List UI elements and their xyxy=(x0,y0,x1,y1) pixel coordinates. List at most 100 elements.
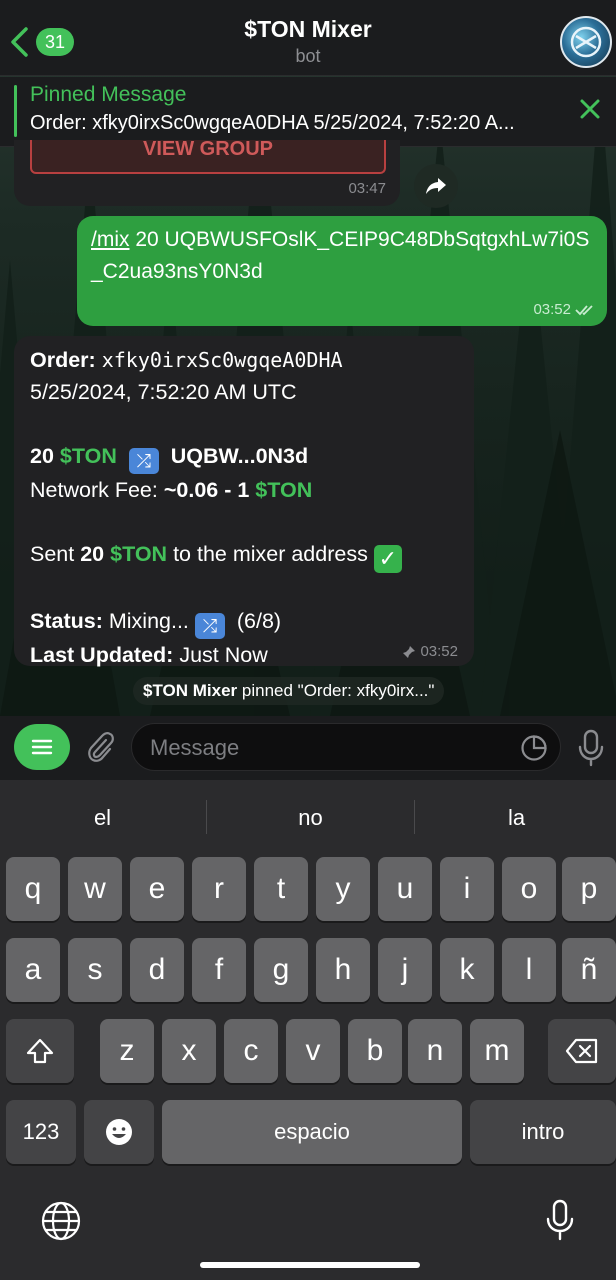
key-h[interactable]: h xyxy=(316,938,370,1002)
bot-avatar[interactable] xyxy=(560,16,612,68)
microphone-icon[interactable] xyxy=(576,728,606,768)
share-arrow-icon xyxy=(426,178,446,194)
space-key[interactable]: espacio xyxy=(162,1100,462,1164)
shift-key[interactable] xyxy=(6,1019,74,1083)
pinned-message-bar[interactable]: Pinned Message Order: xfky0irxSc0wgqeA0D… xyxy=(0,77,616,147)
order-id[interactable]: xfky0irxSc0wgqeA0DHA xyxy=(102,348,343,372)
view-group-label: VIEW GROUP xyxy=(142,140,273,160)
pinned-title: Pinned Message xyxy=(30,83,187,106)
status-label: Status: xyxy=(30,609,103,633)
shift-arrow-icon xyxy=(26,1038,54,1064)
paperclip-icon[interactable] xyxy=(84,730,116,764)
bot-order-message: Order: xfky0irxSc0wgqeA0DHA 5/25/2024, 7… xyxy=(14,336,474,667)
mix-command-link[interactable]: /mix xyxy=(91,228,130,251)
outgoing-message-text: /mix 20 UQBWUSFOslK_CEIP9C48DbSqtgxhLw7i… xyxy=(91,224,596,288)
chat-subtitle: bot xyxy=(295,46,321,66)
key-f[interactable]: f xyxy=(192,938,246,1002)
sticker-icon[interactable] xyxy=(520,734,548,762)
chat-title[interactable]: $TON Mixer xyxy=(0,16,616,43)
sent-prefix: Sent xyxy=(30,542,75,566)
key-p[interactable]: p xyxy=(562,857,616,921)
message-input[interactable] xyxy=(150,732,510,764)
on-screen-keyboard: el no la q w e r t y u i o p a s d f g h… xyxy=(0,780,616,1280)
fee-label: Network Fee: xyxy=(30,478,158,502)
home-indicator[interactable] xyxy=(200,1262,420,1268)
avatar-emblem-icon xyxy=(570,26,602,58)
shuffle-icon: ⤮ xyxy=(194,613,225,639)
status-progress: (6/8) xyxy=(236,609,282,633)
key-w[interactable]: w xyxy=(68,857,122,921)
globe-icon[interactable] xyxy=(40,1200,82,1242)
key-o[interactable]: o xyxy=(502,857,556,921)
pin-icon xyxy=(403,645,416,658)
order-label: Order: xyxy=(30,348,96,372)
amount-line: 20 $TON ⤮ UQBW...0N3d xyxy=(30,440,402,474)
divider xyxy=(206,800,207,834)
bot-time-row: 03:52 xyxy=(402,643,458,660)
message-field[interactable] xyxy=(131,723,561,771)
order-date: 5/25/2024, 7:52:20 AM UTC xyxy=(30,380,297,404)
key-a[interactable]: a xyxy=(6,938,60,1002)
sent-suffix: to the mixer address xyxy=(173,542,368,566)
emoji-key[interactable] xyxy=(84,1100,154,1164)
key-g[interactable]: g xyxy=(254,938,308,1002)
return-key[interactable]: intro xyxy=(470,1100,616,1164)
key-c[interactable]: c xyxy=(224,1019,278,1083)
backspace-icon xyxy=(565,1038,598,1064)
key-s[interactable]: s xyxy=(68,938,122,1002)
order-line: Order: xfky0irxSc0wgqeA0DHA xyxy=(30,344,402,376)
service-actor: $TON Mixer xyxy=(143,681,238,700)
check-icon: ✓ xyxy=(373,545,402,573)
key-z[interactable]: z xyxy=(100,1019,154,1083)
key-k[interactable]: k xyxy=(440,938,494,1002)
key-j[interactable]: j xyxy=(378,938,432,1002)
backspace-key[interactable] xyxy=(548,1019,616,1083)
message-time: 03:47 xyxy=(348,180,386,197)
outgoing-message: /mix 20 UQBWUSFOslK_CEIP9C48DbSqtgxhLw7i… xyxy=(77,216,607,326)
numbers-key[interactable]: 123 xyxy=(6,1100,76,1164)
updated-value: Just Now xyxy=(179,643,268,667)
key-n-tilde[interactable]: ñ xyxy=(562,938,616,1002)
dictation-microphone-icon[interactable] xyxy=(544,1198,576,1242)
suggestion-1[interactable]: el xyxy=(0,780,205,856)
key-y[interactable]: y xyxy=(316,857,370,921)
status-line: Status: Mixing... ⤮ (6/8) xyxy=(30,605,402,639)
key-b[interactable]: b xyxy=(348,1019,402,1083)
message-time: 03:52 xyxy=(533,301,571,318)
bot-menu-button[interactable] xyxy=(14,724,70,770)
key-r[interactable]: r xyxy=(192,857,246,921)
service-text: pinned "Order: xfky0irx..." xyxy=(237,681,435,700)
forward-button[interactable] xyxy=(414,164,458,208)
key-q[interactable]: q xyxy=(6,857,60,921)
target-address: UQBW...0N3d xyxy=(170,444,309,468)
fee-value: ~0.06 - 1 xyxy=(163,478,250,502)
key-l[interactable]: l xyxy=(502,938,556,1002)
order-details: Order: xfky0irxSc0wgqeA0DHA 5/25/2024, 7… xyxy=(30,344,402,671)
view-group-button[interactable]: VIEW GROUP xyxy=(30,140,386,174)
chat-header: 31 $TON Mixer bot xyxy=(0,0,616,76)
suggestion-2[interactable]: no xyxy=(208,780,413,856)
sent-amount: 20 xyxy=(80,542,105,566)
key-x[interactable]: x xyxy=(162,1019,216,1083)
currency-label: $TON xyxy=(59,444,117,468)
key-u[interactable]: u xyxy=(378,857,432,921)
key-i[interactable]: i xyxy=(440,857,494,921)
close-icon[interactable] xyxy=(578,97,602,121)
key-m[interactable]: m xyxy=(470,1019,524,1083)
updated-label: Last Updated: xyxy=(30,643,174,667)
updated-line: Last Updated: Just Now xyxy=(30,639,402,671)
pinned-service-message[interactable]: $TON Mixer pinned "Order: xfky0irx..." xyxy=(133,677,445,705)
key-t[interactable]: t xyxy=(254,857,308,921)
amount-value: 20 xyxy=(30,444,54,468)
status-value: Mixing... xyxy=(108,609,189,633)
key-d[interactable]: d xyxy=(130,938,184,1002)
key-n[interactable]: n xyxy=(408,1019,462,1083)
pinned-indicator xyxy=(14,85,17,137)
shuffle-icon: ⤮ xyxy=(128,448,159,474)
key-e[interactable]: e xyxy=(130,857,184,921)
message-time: 03:52 xyxy=(420,643,458,660)
sent-line: Sent 20 $TON to the mixer address ✓ xyxy=(30,538,402,573)
outgoing-time-row: 03:52 xyxy=(533,301,595,318)
key-v[interactable]: v xyxy=(286,1019,340,1083)
suggestion-3[interactable]: la xyxy=(414,780,616,856)
